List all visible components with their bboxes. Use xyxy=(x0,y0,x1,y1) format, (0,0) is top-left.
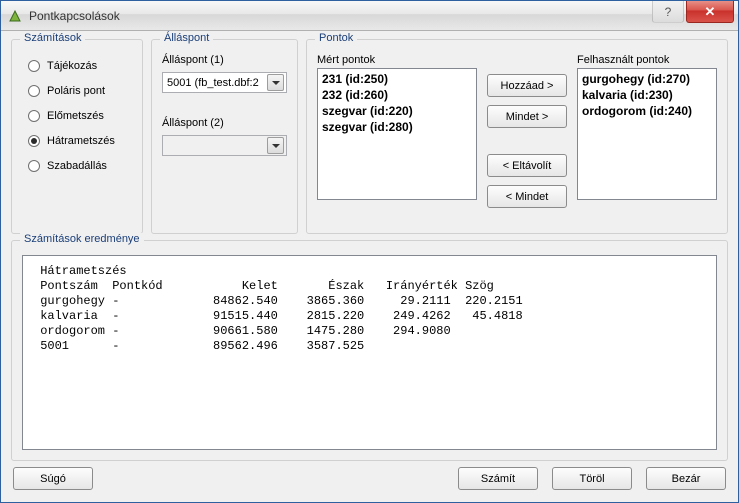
top-row: Számítások Tájékozás Poláris pont Előmet… xyxy=(11,39,728,234)
app-icon xyxy=(7,8,23,24)
list-item[interactable]: ordogorom (id:240) xyxy=(582,103,712,119)
group-szamitasok: Számítások Tájékozás Poláris pont Előmet… xyxy=(11,39,143,234)
radio-szabadallas[interactable]: Szabadállás xyxy=(28,160,132,172)
eltavolit-button[interactable]: < Eltávolít xyxy=(487,154,567,177)
group-allaspont-legend: Álláspont xyxy=(160,32,213,44)
results-text[interactable]: Hátrametszés Pontszám Pontkód Kelet Észa… xyxy=(22,255,717,450)
calc-radio-list: Tájékozás Poláris pont Előmetszés Hátram… xyxy=(28,60,132,172)
chevron-down-icon xyxy=(267,137,284,154)
client-area: Számítások Tájékozás Poláris pont Előmet… xyxy=(1,31,738,502)
radio-icon xyxy=(28,60,40,72)
group-szamitasok-legend: Számítások xyxy=(20,32,85,44)
transfer-buttons: Hozzáad > Mindet > < Eltávolít < Mindet xyxy=(487,68,567,223)
allaspont2-combo[interactable] xyxy=(162,135,287,156)
radio-label: Szabadállás xyxy=(47,160,107,172)
felhasznalt-listbox[interactable]: gurgohegy (id:270)kalvaria (id:230)ordog… xyxy=(577,68,717,200)
pontok-grid: Mért pontok Felhasznált pontok 231 (id:2… xyxy=(317,54,717,223)
group-results-legend: Számítások eredménye xyxy=(20,233,144,245)
window-title: Pontkapcsolások xyxy=(29,9,652,23)
radio-icon xyxy=(28,135,40,147)
radio-label: Tájékozás xyxy=(47,60,97,72)
list-item[interactable]: szegvar (id:220) xyxy=(322,103,472,119)
group-results: Számítások eredménye Hátrametszés Pontsz… xyxy=(11,240,728,461)
allaspont1-value: 5001 (fb_test.dbf:2 xyxy=(167,77,267,89)
bezar-button[interactable]: Bezár xyxy=(646,467,726,490)
titlebar: Pontkapcsolások ? ✕ xyxy=(1,1,738,31)
mindet-rem-button[interactable]: < Mindet xyxy=(487,185,567,208)
list-item[interactable]: gurgohegy (id:270) xyxy=(582,71,712,87)
radio-label: Hátrametszés xyxy=(47,135,115,147)
spacer xyxy=(162,99,287,111)
radio-icon xyxy=(28,160,40,172)
radio-label: Előmetszés xyxy=(47,110,104,122)
chevron-down-icon xyxy=(267,74,284,91)
radio-elometszes[interactable]: Előmetszés xyxy=(28,110,132,122)
titlebar-controls: ? ✕ xyxy=(652,1,738,30)
group-pontok: Pontok Mért pontok Felhasznált pontok 23… xyxy=(306,39,728,234)
group-pontok-legend: Pontok xyxy=(315,32,357,44)
radio-icon xyxy=(28,85,40,97)
list-item[interactable]: kalvaria (id:230) xyxy=(582,87,712,103)
mert-listbox[interactable]: 231 (id:250)232 (id:260)szegvar (id:220)… xyxy=(317,68,477,200)
felhasznalt-label: Felhasznált pontok xyxy=(577,54,717,66)
spacer xyxy=(487,54,567,68)
spacer xyxy=(487,136,567,146)
hozzaad-button[interactable]: Hozzáad > xyxy=(487,74,567,97)
bottom-button-row: Súgó Számít Töröl Bezár xyxy=(11,467,728,492)
torol-button[interactable]: Töröl xyxy=(552,467,632,490)
allaspont1-label: Álláspont (1) xyxy=(162,54,287,66)
allaspont1-combo[interactable]: 5001 (fb_test.dbf:2 xyxy=(162,72,287,93)
list-item[interactable]: 231 (id:250) xyxy=(322,71,472,87)
szamit-button[interactable]: Számít xyxy=(458,467,538,490)
list-item[interactable]: szegvar (id:280) xyxy=(322,119,472,135)
allaspont-column: Álláspont (1) 5001 (fb_test.dbf:2 Állásp… xyxy=(162,54,287,156)
mert-label: Mért pontok xyxy=(317,54,477,66)
mindet-add-button[interactable]: Mindet > xyxy=(487,105,567,128)
radio-hatrametszes[interactable]: Hátrametszés xyxy=(28,135,132,147)
dialog-window: Pontkapcsolások ? ✕ Számítások Tájékozás… xyxy=(0,0,739,503)
radio-label: Poláris pont xyxy=(47,85,105,97)
allaspont2-label: Álláspont (2) xyxy=(162,117,287,129)
help-button[interactable]: ? xyxy=(652,1,684,23)
radio-tajekozas[interactable]: Tájékozás xyxy=(28,60,132,72)
close-button[interactable]: ✕ xyxy=(686,1,734,23)
radio-polaris[interactable]: Poláris pont xyxy=(28,85,132,97)
radio-icon xyxy=(28,110,40,122)
group-allaspont: Álláspont Álláspont (1) 5001 (fb_test.db… xyxy=(151,39,298,234)
list-item[interactable]: 232 (id:260) xyxy=(322,87,472,103)
sugo-button[interactable]: Súgó xyxy=(13,467,93,490)
